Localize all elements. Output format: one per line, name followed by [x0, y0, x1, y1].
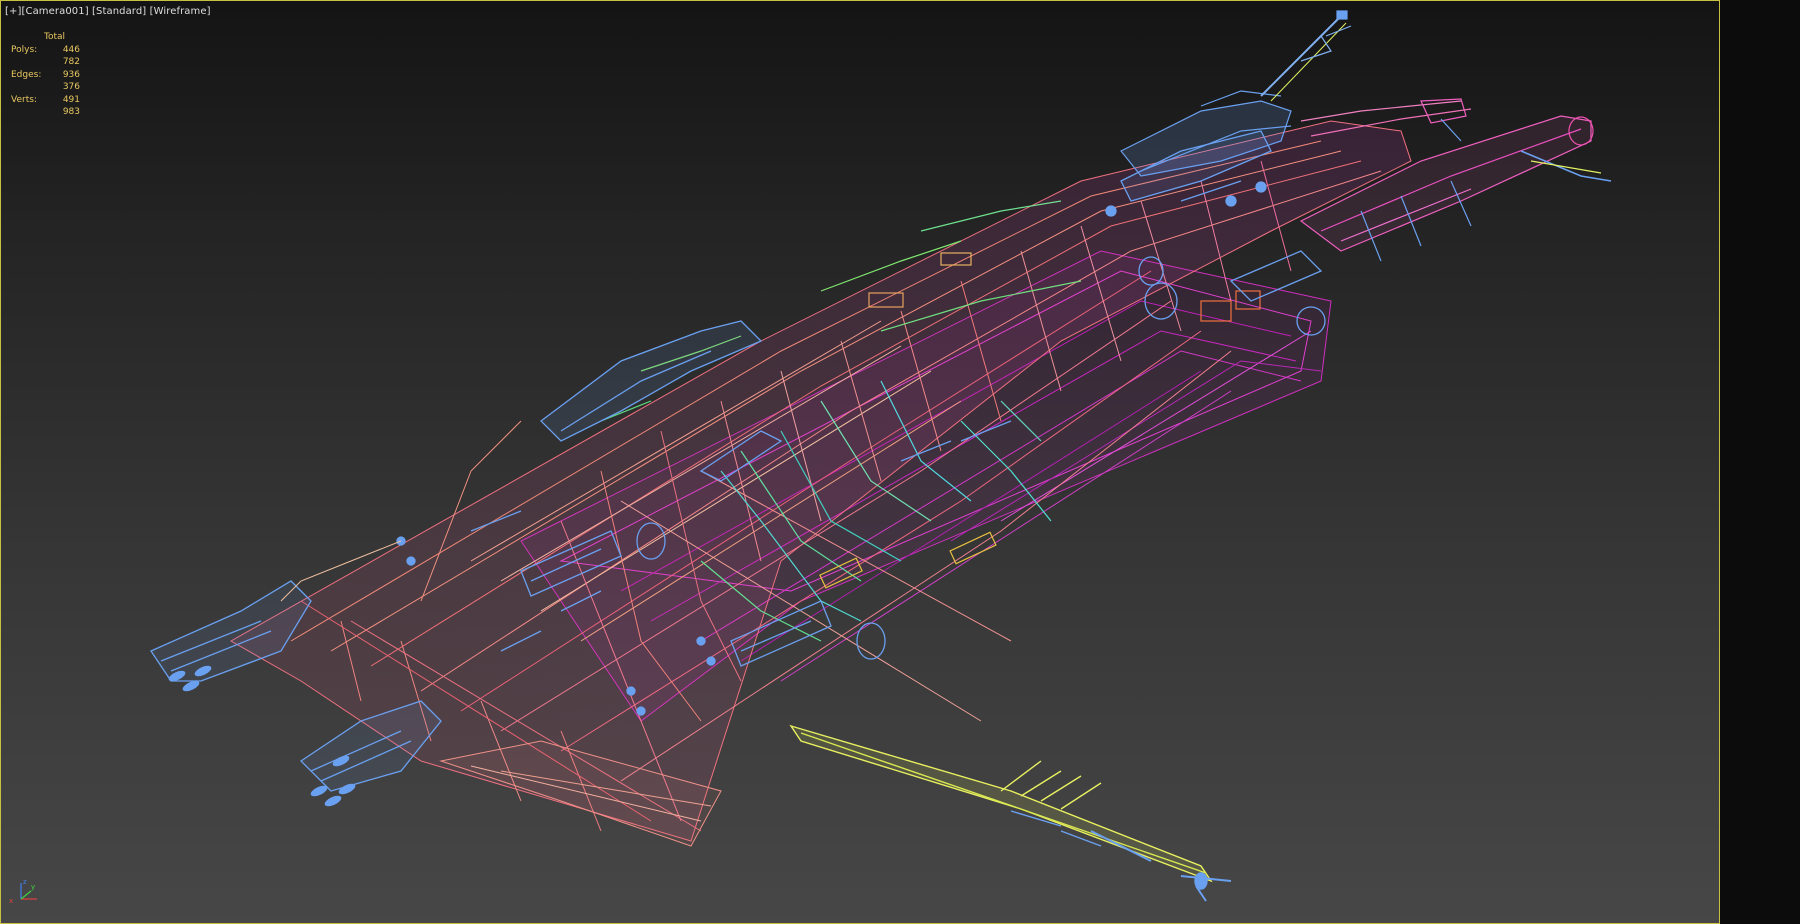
stats-row-polys: Polys: 446 782 — [11, 44, 80, 68]
wireframe-spaceship-model[interactable] — [1, 1, 1719, 923]
shading-selector[interactable]: [Standard] — [92, 6, 146, 17]
viewport-right-strip — [1720, 0, 1800, 924]
viewport-menu-button[interactable]: [+] — [5, 6, 21, 17]
stats-header: Total — [44, 32, 66, 42]
camera-selector[interactable]: [Camera001] — [21, 6, 88, 17]
scene-statistics: Total Polys: 446 782 Edges: 936 376 Vert… — [11, 31, 80, 119]
lower-boom — [789, 724, 1232, 902]
gizmo-z-label: z — [23, 878, 27, 886]
axis-tripod-icon: x y z — [9, 878, 37, 905]
display-mode-selector[interactable]: [Wireframe] — [150, 6, 211, 17]
stats-row-edges: Edges: 936 376 — [11, 69, 80, 93]
viewport-label: [+][Camera001] [Standard] [Wireframe] — [5, 6, 211, 17]
stats-row-verts: Verts: 491 983 — [11, 94, 80, 118]
gizmo-x-label: x — [9, 897, 13, 905]
perspective-viewport[interactable]: [+][Camera001] [Standard] [Wireframe] To… — [0, 0, 1720, 924]
gizmo-y-label: y — [31, 883, 35, 891]
